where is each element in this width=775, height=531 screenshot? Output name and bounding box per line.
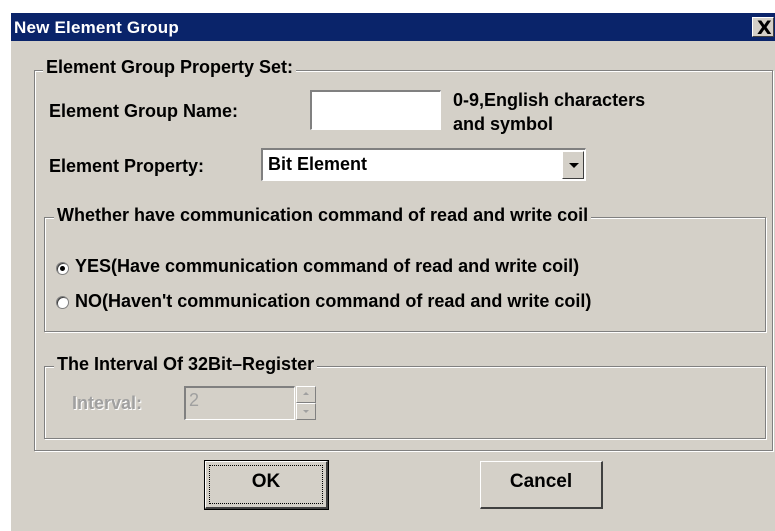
interval-group xyxy=(44,366,766,439)
element-property-select[interactable]: Bit Element xyxy=(261,148,586,181)
radio-selected-dot-icon xyxy=(60,266,65,271)
element-property-label: Element Property: xyxy=(49,156,205,176)
element-property-value: Bit Element xyxy=(268,154,368,174)
name-hint-line2: and symbol xyxy=(453,114,554,134)
element-group-name-label: Element Group Name: xyxy=(49,101,239,121)
close-button[interactable]: X xyxy=(752,17,774,39)
cancel-button[interactable]: Cancel xyxy=(480,461,603,509)
no-radio[interactable] xyxy=(56,296,69,309)
title-bar[interactable]: New Element Group X xyxy=(11,13,775,41)
name-hint-line1: 0-9,English characters xyxy=(453,90,646,110)
interval-input[interactable]: 2 xyxy=(184,386,295,420)
no-radio-label[interactable]: NO(Haven't communication command of read… xyxy=(75,291,591,312)
dropdown-arrow-icon[interactable] xyxy=(562,151,584,179)
new-element-group-dialog: New Element Group X Element Group Proper… xyxy=(10,12,775,531)
interval-label: Interval: xyxy=(72,393,143,413)
yes-radio[interactable] xyxy=(56,262,69,275)
communication-legend: Whether have communication command of re… xyxy=(54,205,592,226)
property-set-legend: Element Group Property Set: xyxy=(43,57,297,78)
ok-button[interactable]: OK xyxy=(204,460,329,510)
interval-value: 2 xyxy=(189,390,200,410)
window-title: New Element Group xyxy=(14,18,179,37)
element-group-name-input[interactable] xyxy=(310,90,441,130)
close-icon: X xyxy=(757,17,772,39)
interval-legend: The Interval Of 32Bit–Register xyxy=(54,354,318,375)
yes-radio-label[interactable]: YES(Have communication command of read a… xyxy=(75,256,579,277)
interval-up-arrow-icon[interactable] xyxy=(296,386,316,403)
interval-down-arrow-icon[interactable] xyxy=(296,403,316,420)
